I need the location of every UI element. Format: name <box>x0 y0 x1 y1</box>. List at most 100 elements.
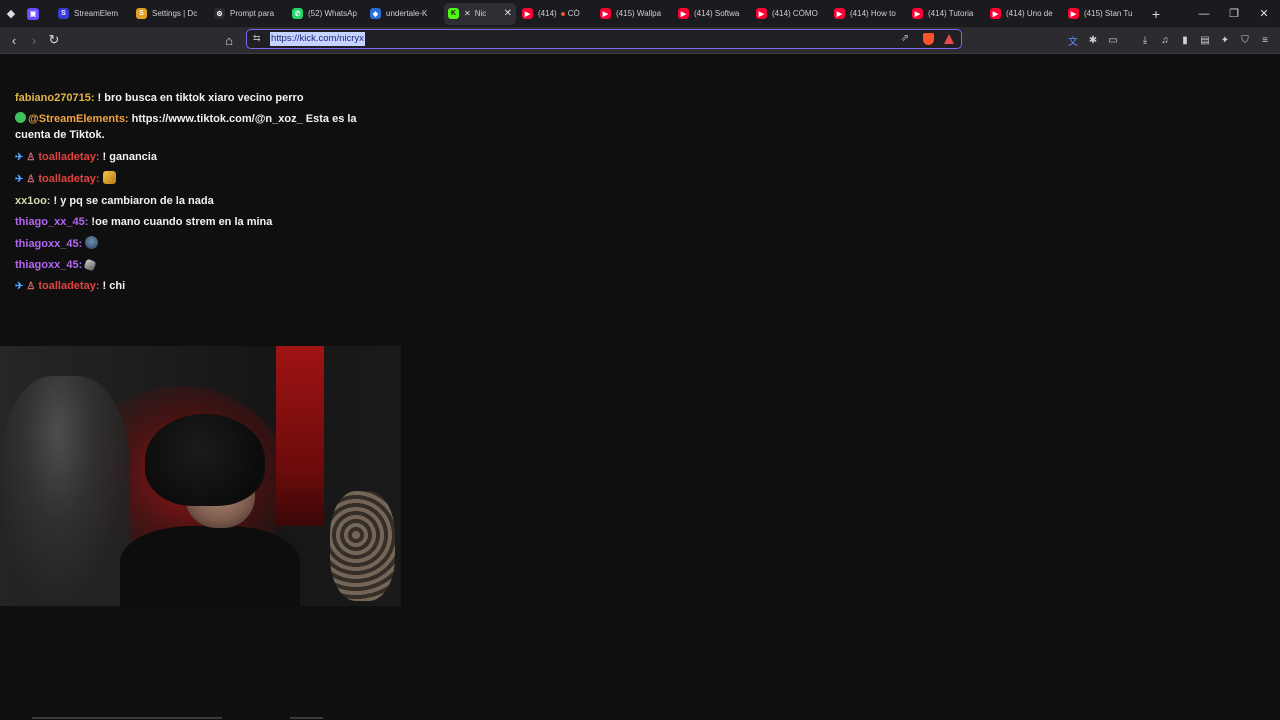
share-icon[interactable]: ⇗ <box>901 33 909 44</box>
tab-list: S StreamElem S Settings | Dc ⚙ Prompt para ✆ (5… <box>52 2 1140 25</box>
streamelements-icon: S <box>58 8 69 19</box>
site-info-icon[interactable]: ⇆ <box>253 33 261 44</box>
youtube-icon: ▶ <box>522 8 533 19</box>
webcam-feed <box>0 346 401 606</box>
browser-tab[interactable]: ▶ (414) CÓMO <box>752 3 828 25</box>
chat-username: thiagoxx_45: <box>15 259 83 272</box>
sword-badge-icon: ✈ <box>15 151 24 163</box>
browser-toolbar: ‹ › ↻ ⌂ ⇆ https://kick.com/nicryx ⇗ 文 ✱ … <box>0 27 1280 54</box>
extensions-icon[interactable]: ✱ <box>1086 33 1100 47</box>
chat-message: xx1oo: ! y pq se cambiaron de la nada <box>15 193 375 209</box>
undertale-icon: ◆ <box>370 8 381 19</box>
screenshot-icon[interactable]: ▭ <box>1106 33 1120 47</box>
close-window-button[interactable]: ✕ <box>1248 0 1280 27</box>
brave-rewards-icon[interactable] <box>944 34 954 44</box>
chat-message: @StreamElements: https://www.tiktok.com/… <box>15 111 375 143</box>
figure-badge-icon: ♙ <box>26 151 36 163</box>
chat-message: ✈ ♙ toalladetay: ! ganancia <box>15 149 375 166</box>
browser-tab[interactable]: S StreamElem <box>54 3 130 25</box>
chat-text: ! bro busca en tiktok xiaro vecino perro <box>94 92 304 104</box>
youtube-icon: ▶ <box>600 8 611 19</box>
browser-tab[interactable]: ✆ (52) WhatsAp <box>288 3 364 25</box>
tab-title: (414) <box>538 9 557 18</box>
tab-search-icon[interactable]: ▣ <box>22 0 44 27</box>
url-text[interactable]: https://kick.com/nicryx <box>270 32 365 46</box>
minimize-button[interactable]: — <box>1188 0 1220 27</box>
browser-tab[interactable]: ▶ (414) CÓ <box>518 3 594 25</box>
browser-tab[interactable]: ⚙ Prompt para <box>210 3 286 25</box>
chat-message: thiagoxx_45: <box>15 235 375 252</box>
tab-title: (414) Tutoria <box>928 9 974 18</box>
figure-badge-icon: ♙ <box>26 173 36 185</box>
youtube-icon: ▶ <box>990 8 1001 19</box>
back-icon[interactable]: ‹ <box>5 31 23 49</box>
new-tab-button[interactable]: + <box>1148 6 1164 22</box>
menu-icon[interactable]: ≡ <box>1258 33 1272 47</box>
gold-emote-icon <box>102 170 116 184</box>
youtube-icon: ▶ <box>678 8 689 19</box>
muted-speaker-icon[interactable]: ✕ <box>464 9 471 18</box>
openai-icon: ⚙ <box>214 8 225 19</box>
recording-dot-icon <box>560 11 565 16</box>
horizontal-scrollbar[interactable] <box>32 717 222 719</box>
browser-tab[interactable]: ▶ (414) How to <box>830 3 906 25</box>
browser-tab[interactable]: ▶ (414) Tutoria <box>908 3 984 25</box>
chat-message: ✈ ♙ toalladetay: <box>15 170 375 188</box>
brave-menu-icon[interactable]: ◆ <box>0 0 22 27</box>
tab-title: Prompt para <box>230 9 275 18</box>
tab-strip: ◆ ▣ S StreamElem S Settings | Dc ⚙ Prompt par… <box>0 0 1280 27</box>
settings-icon: S <box>136 8 147 19</box>
tab-title-extra: CÓ <box>567 9 580 18</box>
maximize-button[interactable]: ❐ <box>1218 0 1250 27</box>
translate-icon[interactable]: 文 <box>1066 33 1080 48</box>
chat-text: ! chi <box>99 280 126 293</box>
tab-title: Nic <box>474 9 487 18</box>
browser-tab[interactable]: ▶ (414) Uno de <box>986 3 1062 25</box>
chat-message: ✈ ♙ toalladetay: ! chi <box>15 278 375 295</box>
chat-text: !oe mano cuando strem en la mina <box>88 216 273 229</box>
browser-tab[interactable]: ◆ undertale-K <box>366 3 442 25</box>
tab-title: (414) How to <box>850 9 896 18</box>
wallet-icon[interactable]: ▤ <box>1198 33 1212 47</box>
streamelements-badge-icon <box>15 112 26 124</box>
kick-icon: K <box>448 8 459 19</box>
reload-icon[interactable]: ↻ <box>45 31 63 49</box>
sidebar-icon[interactable]: ▮ <box>1178 33 1192 47</box>
vpn-icon[interactable]: ⛉ <box>1238 33 1252 47</box>
browser-tab[interactable]: ▶ (414) Softwa <box>674 3 750 25</box>
sword-badge-icon: ✈ <box>15 281 24 293</box>
chat-username: toalladetay: <box>38 172 100 185</box>
youtube-icon: ▶ <box>756 8 767 19</box>
downloads-icon[interactable]: ⤓ <box>1138 33 1152 47</box>
tab-title: (52) WhatsAp <box>308 9 357 18</box>
leo-ai-icon[interactable]: ✦ <box>1218 33 1232 47</box>
background-poster-figure <box>0 376 130 606</box>
chat-username: toalladetay: <box>38 150 100 163</box>
browser-tab[interactable]: K ✕ Nic ✕ <box>444 2 516 25</box>
chat-username: thiagoxx_45: <box>15 237 83 250</box>
whatsapp-icon: ✆ <box>292 8 303 19</box>
address-bar[interactable]: ⇆ https://kick.com/nicryx ⇗ <box>246 29 962 49</box>
red-light-panel <box>276 346 324 526</box>
browser-tab[interactable]: ▶ (415) Wallpa <box>596 3 672 25</box>
sword-badge-icon: ✈ <box>15 173 24 185</box>
chat-overlay: fabiano270715: ! bro busca en tiktok xia… <box>15 90 375 301</box>
tab-title: undertale-K <box>386 9 428 18</box>
chat-username: toalladetay: <box>38 280 100 293</box>
youtube-icon: ▶ <box>834 8 845 19</box>
plush-toy <box>330 491 395 601</box>
browser-tab[interactable]: S Settings | Dc <box>132 3 208 25</box>
tab-title: (415) Wallpa <box>616 9 662 18</box>
close-tab-icon[interactable]: ✕ <box>504 8 512 19</box>
chat-username: fabiano270715: <box>15 92 95 104</box>
bookmark-icon[interactable]: ⌂ <box>220 31 238 49</box>
tab-title: (414) CÓMO <box>772 9 818 18</box>
forward-icon[interactable]: › <box>25 31 43 49</box>
streamer-hair <box>145 414 265 506</box>
chat-username: @StreamElements: <box>28 113 129 126</box>
chat-message: fabiano270715: ! bro busca en tiktok xia… <box>15 90 375 106</box>
browser-tab[interactable]: ▶ (415) Stan Tu <box>1064 3 1140 25</box>
brave-shields-icon[interactable] <box>923 33 934 45</box>
media-icon[interactable]: ♫ <box>1158 33 1172 47</box>
tab-title: (415) Stan Tu <box>1084 9 1133 18</box>
